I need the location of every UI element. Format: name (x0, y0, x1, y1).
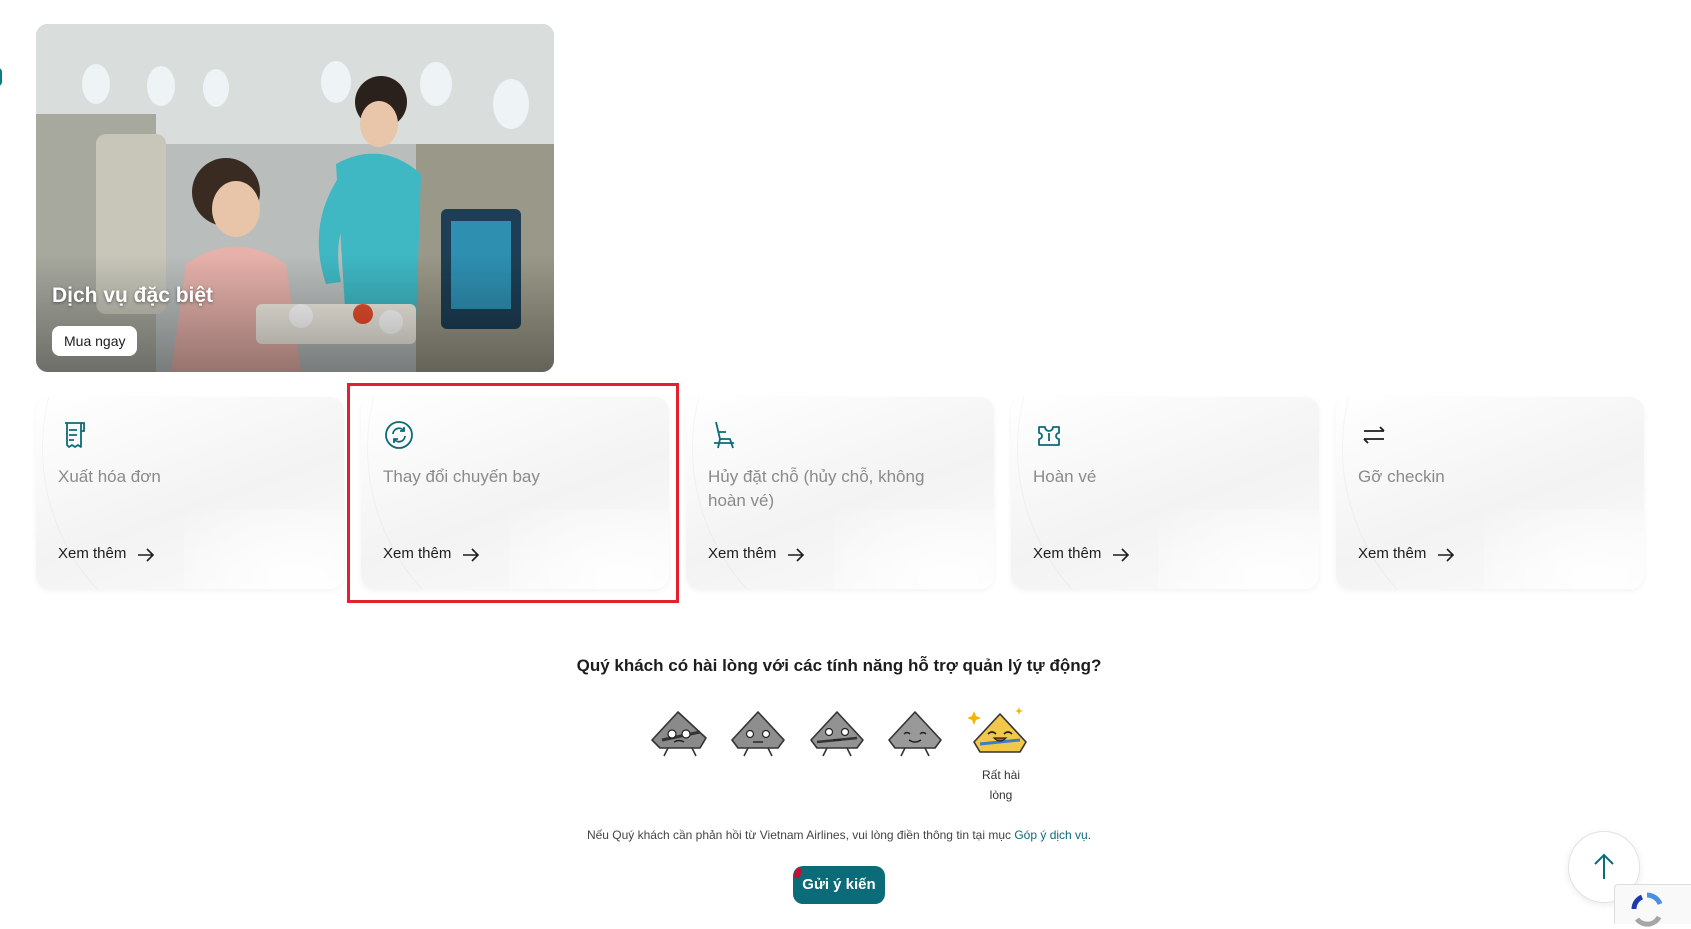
promo-card-special-services[interactable]: Dịch vụ đặc biệt Mua ngay (36, 24, 554, 372)
feedback-note-end: . (1087, 828, 1092, 842)
send-feedback-button[interactable]: Gửi ý kiến (793, 866, 885, 904)
rating-dissatisfied-icon[interactable] (726, 704, 790, 760)
arrow-right-icon (788, 548, 805, 562)
service-card-invoice[interactable]: Xuất hóa đơn Xem thêm (36, 397, 344, 589)
recaptcha-icon (1631, 892, 1663, 927)
receipt-icon (65, 422, 85, 448)
see-more-link[interactable]: Xem thêm (58, 545, 126, 562)
see-more-link[interactable]: Xem thêm (1358, 545, 1426, 562)
side-tab-handle[interactable] (0, 68, 2, 86)
rating-satisfied-icon[interactable] (883, 704, 947, 760)
see-more-link[interactable]: Xem thêm (383, 545, 451, 562)
service-card-title: Hoàn vé (1033, 467, 1097, 486)
seat-icon (714, 421, 734, 449)
service-card-title: Thay đổi chuyến bay (383, 467, 540, 486)
service-card-title: Hủy đặt chỗ (hủy chỗ, không hoàn vé) (708, 467, 925, 510)
recaptcha-badge[interactable] (1614, 884, 1691, 927)
rating-very-satisfied-icon[interactable] (968, 704, 1032, 760)
flag-decoration (793, 867, 803, 879)
arrow-right-icon (1113, 548, 1130, 562)
see-more-link[interactable]: Xem thêm (1033, 545, 1101, 562)
arrow-right-icon (138, 548, 155, 562)
service-feedback-link[interactable]: Góp ý dịch vụ (1014, 828, 1087, 842)
feedback-note-text: Nếu Quý khách cần phản hồi từ Vietnam Ai… (586, 828, 1015, 842)
rating-label-line1: Rất hài (981, 768, 1021, 782)
send-feedback-label: Gửi ý kiến (802, 876, 876, 893)
service-card-undo-checkin[interactable]: Gỡ checkin Xem thêm (1336, 397, 1644, 589)
service-card-title: Gỡ checkin (1358, 467, 1445, 486)
arrow-right-icon (463, 548, 480, 562)
rating-neutral-icon[interactable] (805, 704, 869, 760)
ticket-return-icon (1038, 426, 1060, 446)
service-card-refund[interactable]: Hoàn vé Xem thêm (1011, 397, 1319, 589)
promo-title: Dịch vụ đặc biệt (52, 284, 214, 307)
rating-selected-label: Rất hài lòng (966, 765, 1036, 805)
rating-very-dissatisfied-icon[interactable] (648, 704, 712, 760)
highlight-box (347, 383, 679, 603)
arrow-right-icon (1438, 548, 1455, 562)
buy-now-button[interactable]: Mua ngay (52, 326, 138, 356)
cabin-photo (36, 24, 554, 372)
survey-question: Quý khách có hài lòng với các tính năng … (576, 656, 1102, 675)
service-card-cancel-booking[interactable]: Hủy đặt chỗ (hủy chỗ, không hoàn vé) Xem… (686, 397, 994, 589)
see-more-link[interactable]: Xem thêm (708, 545, 776, 562)
feedback-note: Nếu Quý khách cần phản hồi từ Vietnam Ai… (0, 828, 1678, 842)
swap-arrows-icon (1363, 426, 1385, 444)
rating-label-line2: lòng (989, 788, 1013, 802)
service-card-title: Xuất hóa đơn (58, 467, 161, 486)
